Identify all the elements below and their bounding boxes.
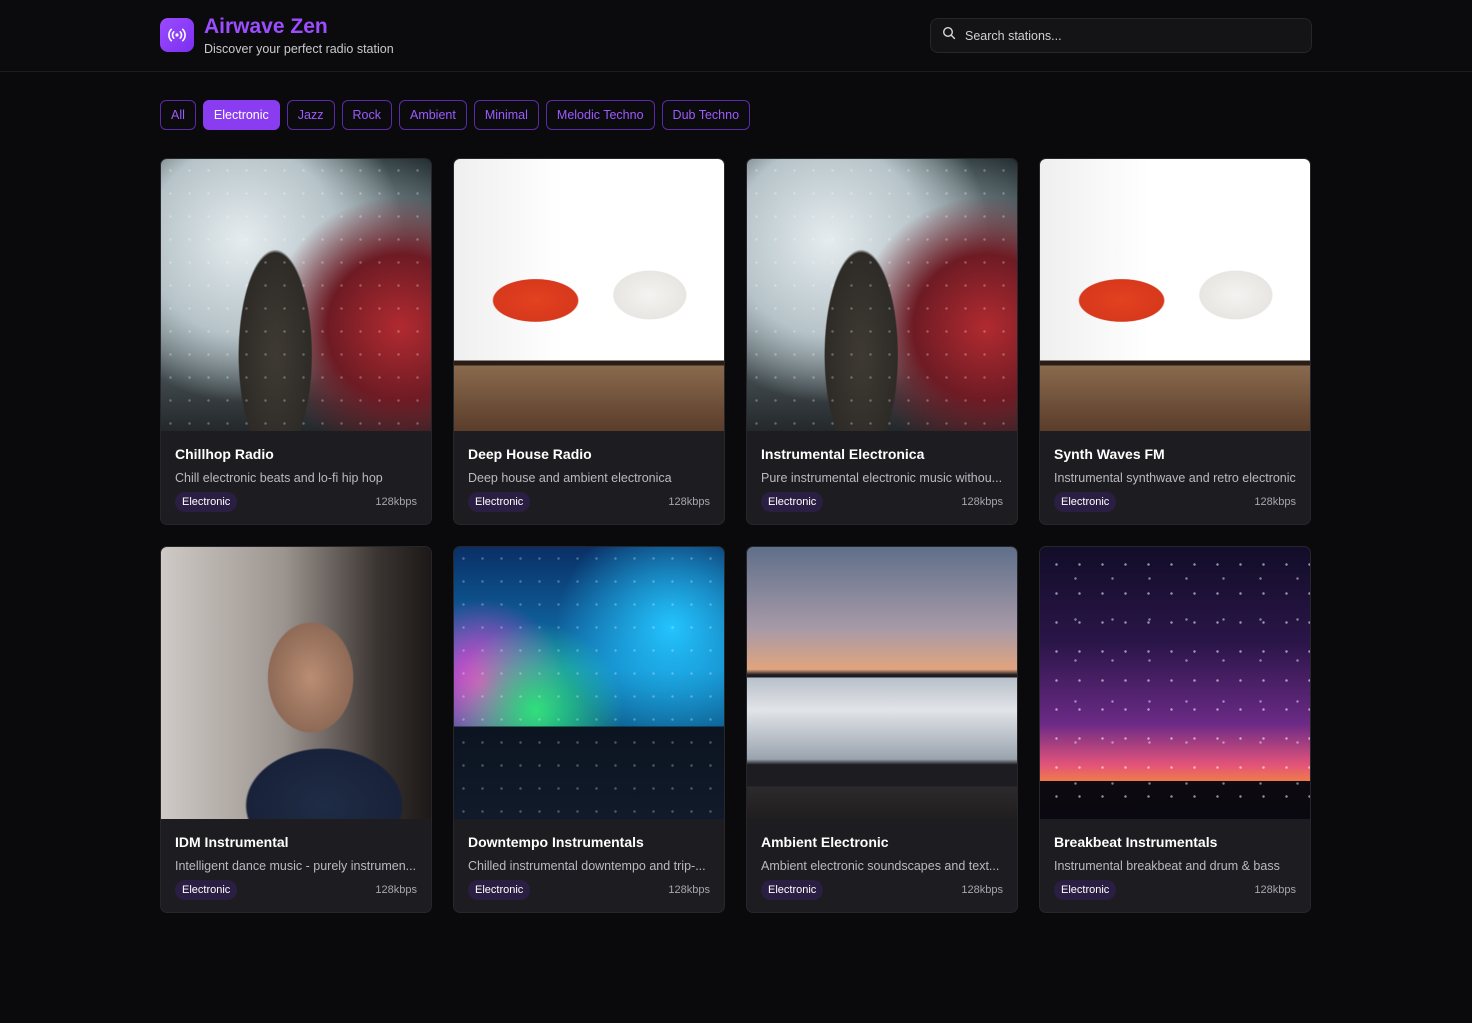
station-artwork [747, 159, 1017, 431]
station-artwork [454, 547, 724, 819]
filter-minimal[interactable]: Minimal [473, 100, 539, 130]
station-card[interactable]: Deep House Radio Deep house and ambient … [453, 158, 725, 525]
bitrate-label: 128kbps [668, 884, 710, 896]
genre-badge: Electronic [175, 880, 238, 900]
app-header: Airwave Zen Discover your perfect radio … [0, 0, 1472, 72]
filter-all[interactable]: All [160, 100, 196, 130]
station-description: Chilled instrumental downtempo and trip-… [468, 859, 706, 873]
genre-badge: Electronic [761, 880, 824, 900]
filter-dub-techno[interactable]: Dub Techno [661, 100, 751, 130]
station-artwork [161, 159, 431, 431]
filter-melodic-techno[interactable]: Melodic Techno [545, 100, 655, 130]
radio-broadcast-icon [160, 18, 194, 52]
genre-badge: Electronic [468, 492, 531, 512]
station-description: Pure instrumental electronic music witho… [761, 471, 1003, 485]
station-name: Chillhop Radio [175, 446, 274, 462]
station-description: Instrumental breakbeat and drum & bass [1054, 859, 1280, 873]
station-card[interactable]: Chillhop Radio Chill electronic beats an… [160, 158, 432, 525]
station-description: Deep house and ambient electronica [468, 471, 672, 485]
station-description: Ambient electronic soundscapes and text.… [761, 859, 1000, 873]
station-artwork [454, 159, 724, 431]
station-name: IDM Instrumental [175, 834, 289, 850]
station-card[interactable]: IDM Instrumental Intelligent dance music… [160, 546, 432, 913]
station-artwork [161, 547, 431, 819]
station-card[interactable]: Synth Waves FM Instrumental synthwave an… [1039, 158, 1311, 525]
station-name: Instrumental Electronica [761, 446, 925, 462]
station-description: Chill electronic beats and lo-fi hip hop [175, 471, 383, 485]
bitrate-label: 128kbps [1254, 496, 1296, 508]
genre-badge: Electronic [1054, 880, 1117, 900]
app-title: Airwave Zen [204, 15, 328, 38]
station-name: Ambient Electronic [761, 834, 889, 850]
station-description: Intelligent dance music - purely instrum… [175, 859, 417, 873]
genre-badge: Electronic [1054, 492, 1117, 512]
bitrate-label: 128kbps [668, 496, 710, 508]
filter-ambient[interactable]: Ambient [398, 100, 467, 130]
genre-badge: Electronic [761, 492, 824, 512]
genre-badge: Electronic [175, 492, 238, 512]
genre-filter-bar: All Electronic Jazz Rock Ambient Minimal… [160, 100, 751, 130]
filter-jazz[interactable]: Jazz [286, 100, 335, 130]
station-grid: Chillhop Radio Chill electronic beats an… [160, 158, 1311, 913]
station-card[interactable]: Ambient Electronic Ambient electronic so… [746, 546, 1018, 913]
search-box[interactable] [930, 18, 1312, 53]
station-name: Breakbeat Instrumentals [1054, 834, 1218, 850]
bitrate-label: 128kbps [961, 496, 1003, 508]
station-name: Deep House Radio [468, 446, 592, 462]
station-card[interactable]: Downtempo Instrumentals Chilled instrume… [453, 546, 725, 913]
station-artwork [1040, 159, 1310, 431]
station-description: Instrumental synthwave and retro electro… [1054, 471, 1296, 485]
station-artwork [1040, 547, 1310, 819]
station-card[interactable]: Instrumental Electronica Pure instrument… [746, 158, 1018, 525]
app-subtitle: Discover your perfect radio station [204, 42, 394, 56]
bitrate-label: 128kbps [1254, 884, 1296, 896]
search-input[interactable] [965, 28, 1295, 43]
station-name: Synth Waves FM [1054, 446, 1165, 462]
search-icon [942, 26, 956, 45]
station-name: Downtempo Instrumentals [468, 834, 644, 850]
bitrate-label: 128kbps [375, 884, 417, 896]
genre-badge: Electronic [468, 880, 531, 900]
bitrate-label: 128kbps [375, 496, 417, 508]
filter-electronic[interactable]: Electronic [202, 100, 280, 130]
station-card[interactable]: Breakbeat Instrumentals Instrumental bre… [1039, 546, 1311, 913]
filter-rock[interactable]: Rock [341, 100, 392, 130]
station-artwork [747, 547, 1017, 819]
bitrate-label: 128kbps [961, 884, 1003, 896]
